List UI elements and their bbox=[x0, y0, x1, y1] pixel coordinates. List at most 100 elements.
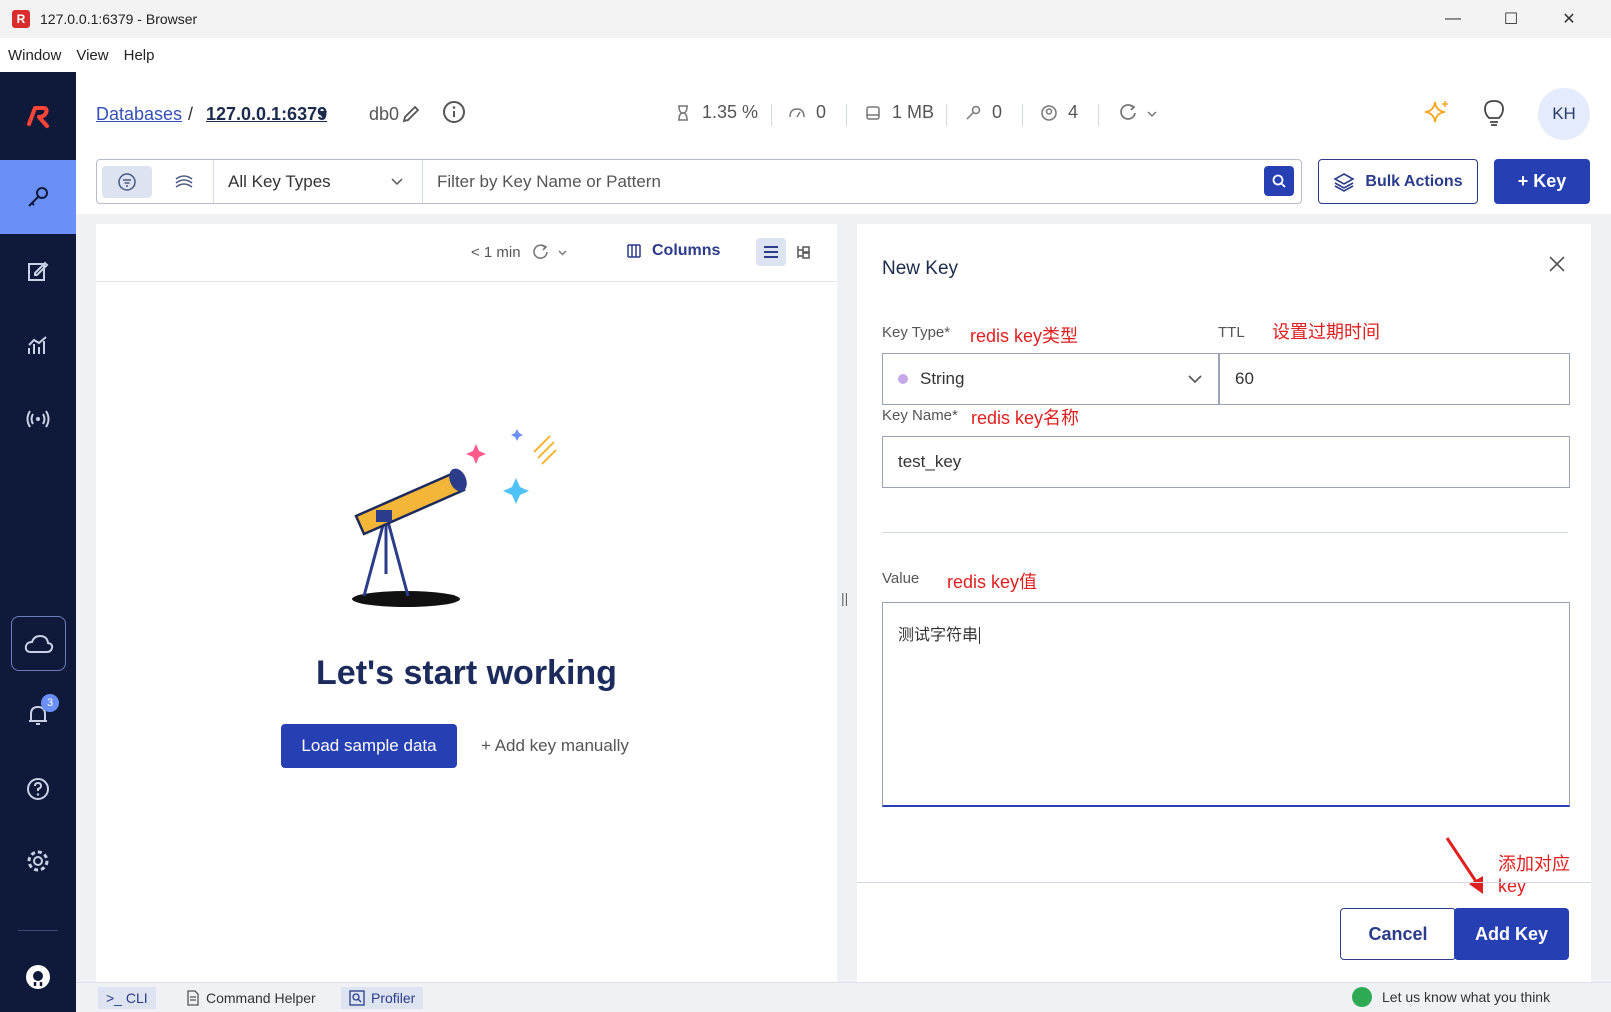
list-view-toggle[interactable] bbox=[756, 238, 786, 266]
window-title: 127.0.0.1:6379 - Browser bbox=[40, 11, 198, 27]
stat-cpu: 1.35 % bbox=[674, 102, 758, 123]
search-mode-toggle[interactable] bbox=[159, 166, 209, 198]
key-type-value: String bbox=[920, 369, 965, 388]
footer-divider bbox=[857, 882, 1591, 883]
value-textarea[interactable]: 测试字符串 bbox=[882, 602, 1570, 807]
ttl-input[interactable]: 60 bbox=[1219, 353, 1570, 405]
chevron-down-icon bbox=[391, 178, 403, 186]
nav-help[interactable] bbox=[0, 752, 76, 826]
auto-refresh-icon[interactable] bbox=[1118, 102, 1158, 124]
stat-keys: 0 bbox=[964, 102, 1002, 123]
search-icon bbox=[1272, 174, 1286, 188]
cloud-button[interactable] bbox=[11, 616, 66, 671]
edit-icon bbox=[28, 261, 49, 281]
github-icon bbox=[26, 965, 50, 989]
db-index: db0 bbox=[369, 104, 400, 124]
gauge-icon bbox=[789, 107, 805, 117]
lightbulb-icon[interactable] bbox=[1481, 98, 1507, 128]
sparkle-icon[interactable] bbox=[1422, 98, 1452, 128]
columns-icon bbox=[627, 244, 641, 258]
nav-browser[interactable] bbox=[0, 160, 76, 234]
menu-window[interactable]: Window bbox=[8, 47, 61, 64]
load-sample-data-button[interactable]: Load sample data bbox=[281, 724, 457, 768]
keys-value: 0 bbox=[992, 102, 1003, 122]
command-helper-label: Command Helper bbox=[206, 990, 316, 1006]
nav-workbench[interactable] bbox=[0, 234, 76, 308]
minimize-button[interactable]: — bbox=[1424, 0, 1482, 38]
telescope-illustration bbox=[352, 429, 557, 607]
menu-bar: Window View Help bbox=[0, 38, 1611, 72]
ops-value: 0 bbox=[816, 102, 827, 122]
breadcrumb-databases[interactable]: Databases bbox=[96, 104, 182, 125]
key-type-label: Key Type* bbox=[882, 324, 951, 341]
left-nav: 3 bbox=[0, 72, 76, 1012]
stat-divider bbox=[771, 104, 772, 126]
key-name-input[interactable]: test_key bbox=[882, 436, 1570, 488]
add-key-top-button[interactable]: + Key bbox=[1494, 159, 1590, 204]
close-icon[interactable] bbox=[1547, 254, 1567, 274]
stat-clients: 4 bbox=[1040, 102, 1078, 123]
annotation-arrow bbox=[1445, 837, 1483, 894]
key-type-filter[interactable]: All Key Types bbox=[213, 160, 423, 203]
stat-divider bbox=[946, 104, 947, 126]
host-dropdown-icon[interactable]: ▼ bbox=[316, 106, 330, 122]
annotation-key-name: redis key名称 bbox=[971, 408, 1080, 428]
cli-tab[interactable]: >_ CLI bbox=[98, 987, 156, 1009]
bulk-actions-label: Bulk Actions bbox=[1365, 172, 1463, 190]
menu-help[interactable]: Help bbox=[124, 47, 155, 64]
profiler-tab[interactable]: Profiler bbox=[341, 987, 424, 1009]
columns-button[interactable]: Columns bbox=[626, 242, 720, 260]
user-avatar[interactable]: KH bbox=[1538, 88, 1590, 140]
stat-divider bbox=[846, 104, 847, 126]
nav-divider bbox=[18, 930, 58, 931]
feedback-link[interactable]: Let us know what you think bbox=[1352, 987, 1550, 1007]
document-icon bbox=[187, 990, 199, 1006]
annotation-add: 添加对应key bbox=[1498, 854, 1570, 896]
add-key-button[interactable]: Add Key bbox=[1454, 908, 1569, 960]
last-refresh-time: < 1 min bbox=[471, 244, 521, 261]
tree-view-toggle[interactable] bbox=[788, 238, 818, 266]
pencil-icon[interactable] bbox=[401, 104, 421, 124]
redis-logo-icon[interactable] bbox=[0, 80, 76, 154]
filter-icon bbox=[118, 173, 136, 191]
user-icon bbox=[1041, 104, 1057, 121]
info-icon[interactable] bbox=[442, 100, 466, 124]
key-type-filter-label: All Key Types bbox=[228, 171, 331, 191]
feedback-icon bbox=[1352, 987, 1372, 1007]
list-icon bbox=[764, 246, 778, 258]
breadcrumb-separator: / bbox=[188, 104, 194, 124]
command-helper-tab[interactable]: Command Helper bbox=[178, 987, 324, 1009]
logo-icon bbox=[27, 106, 49, 128]
menu-view[interactable]: View bbox=[76, 47, 108, 64]
gear-icon bbox=[27, 850, 49, 872]
panel-resize-handle[interactable]: || bbox=[841, 590, 848, 606]
key-filter-input[interactable] bbox=[437, 171, 1237, 193]
app-icon: R bbox=[12, 10, 30, 28]
value-text: 测试字符串 bbox=[898, 627, 979, 644]
tree-icon bbox=[797, 246, 810, 259]
chevron-down-icon bbox=[1188, 375, 1202, 384]
key-type-select[interactable]: String bbox=[882, 353, 1219, 405]
stat-divider bbox=[1098, 104, 1099, 126]
cpu-value: 1.35 % bbox=[702, 102, 759, 122]
nav-pubsub[interactable] bbox=[0, 382, 76, 456]
bulk-actions-button[interactable]: Bulk Actions bbox=[1318, 159, 1478, 204]
add-key-manually-link[interactable]: + Add key manually bbox=[481, 736, 629, 756]
nav-settings[interactable] bbox=[0, 824, 76, 898]
nav-notifications[interactable] bbox=[0, 678, 76, 752]
broadcast-icon bbox=[26, 410, 50, 428]
cloud-icon bbox=[24, 634, 53, 653]
nav-analytics[interactable] bbox=[0, 308, 76, 382]
search-button[interactable] bbox=[1264, 166, 1294, 196]
filter-mode-toggle[interactable] bbox=[102, 166, 152, 198]
vector-search-icon bbox=[175, 175, 193, 188]
feedback-label: Let us know what you think bbox=[1382, 989, 1551, 1005]
close-window-button[interactable]: ✕ bbox=[1540, 0, 1598, 38]
breadcrumb-host[interactable]: 127.0.0.1:6379 bbox=[206, 104, 327, 125]
maximize-button[interactable]: ☐ bbox=[1482, 0, 1540, 38]
refresh-icon[interactable] bbox=[531, 242, 571, 262]
cancel-button[interactable]: Cancel bbox=[1340, 908, 1456, 960]
github-link[interactable] bbox=[0, 940, 76, 1012]
annotation-ttl: 设置过期时间 bbox=[1272, 322, 1380, 342]
memory-value: 1 MB bbox=[892, 102, 935, 122]
